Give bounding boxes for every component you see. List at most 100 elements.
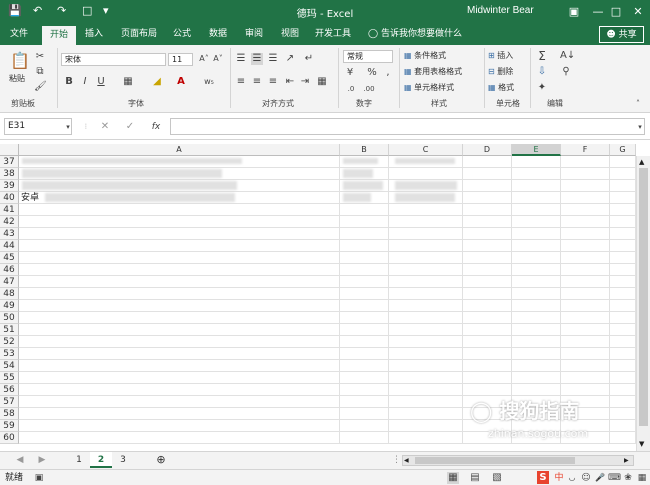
cell-c50[interactable]: [389, 312, 463, 324]
cell-a59[interactable]: [19, 420, 340, 432]
paste-button[interactable]: 粘贴: [9, 73, 25, 85]
cell-d55[interactable]: [463, 372, 512, 384]
cell-c57[interactable]: [389, 396, 463, 408]
maximize-icon[interactable]: □: [605, 3, 627, 21]
cell-c45[interactable]: [389, 252, 463, 264]
cell-g38[interactable]: [610, 168, 636, 180]
increase-indent-icon[interactable]: ⇥: [299, 76, 311, 88]
cell-c60[interactable]: [389, 432, 463, 444]
cell-c54[interactable]: [389, 360, 463, 372]
cell-e49[interactable]: [512, 300, 561, 312]
cell-d53[interactable]: [463, 348, 512, 360]
cancel-icon[interactable]: ✕: [99, 121, 111, 133]
cell-g55[interactable]: [610, 372, 636, 384]
comma-style-button[interactable]: ,: [382, 67, 394, 79]
row-header[interactable]: 41: [0, 204, 19, 216]
cell-e38[interactable]: [512, 168, 561, 180]
cell-f52[interactable]: [561, 336, 610, 348]
cell-d41[interactable]: [463, 204, 512, 216]
user-name[interactable]: Midwinter Bear: [467, 5, 534, 16]
cell-f49[interactable]: [561, 300, 610, 312]
ime-tools-icon[interactable]: ▦: [636, 472, 648, 484]
ime-mode-text[interactable]: 中: [553, 472, 565, 484]
cell-g43[interactable]: [610, 228, 636, 240]
cell-f45[interactable]: [561, 252, 610, 264]
tab-file[interactable]: 文件: [5, 24, 33, 45]
align-left-icon[interactable]: ≡: [235, 76, 247, 88]
share-button[interactable]: ☻ 共享: [599, 26, 644, 43]
cell-f53[interactable]: [561, 348, 610, 360]
cell-c44[interactable]: [389, 240, 463, 252]
cell-g48[interactable]: [610, 288, 636, 300]
row-header[interactable]: 40: [0, 192, 19, 204]
italic-button[interactable]: I: [79, 76, 91, 88]
cell-b50[interactable]: [340, 312, 389, 324]
cell-d48[interactable]: [463, 288, 512, 300]
decrease-font-icon[interactable]: A˅: [212, 53, 224, 65]
increase-decimal-icon[interactable]: .0: [345, 83, 357, 95]
bold-button[interactable]: B: [63, 76, 75, 88]
cell-a56[interactable]: [19, 384, 340, 396]
add-sheet-icon[interactable]: ⊕: [152, 452, 170, 468]
copy-icon[interactable]: ⧉: [34, 66, 46, 78]
cell-b54[interactable]: [340, 360, 389, 372]
cell-d50[interactable]: [463, 312, 512, 324]
name-box-dropdown-icon[interactable]: ▾: [62, 121, 74, 133]
cell-d39[interactable]: [463, 180, 512, 192]
sheet-tab-2[interactable]: 2: [90, 452, 112, 468]
scroll-right-icon[interactable]: ▶: [624, 456, 629, 465]
cell-e43[interactable]: [512, 228, 561, 240]
underline-button[interactable]: U: [95, 76, 107, 88]
cell-a47[interactable]: [19, 276, 340, 288]
cell-b49[interactable]: [340, 300, 389, 312]
sheet-tab-3[interactable]: 3: [113, 452, 133, 468]
cell-d54[interactable]: [463, 360, 512, 372]
column-header-b[interactable]: B: [340, 144, 389, 156]
sogou-ime-icon[interactable]: S: [537, 471, 549, 484]
cell-g40[interactable]: [610, 192, 636, 204]
tab-data[interactable]: 数据: [204, 24, 232, 45]
cell-b56[interactable]: [340, 384, 389, 396]
row-header[interactable]: 53: [0, 348, 19, 360]
cell-g60[interactable]: [610, 432, 636, 444]
align-top-icon[interactable]: ☰: [235, 53, 247, 65]
cell-g53[interactable]: [610, 348, 636, 360]
cell-g42[interactable]: [610, 216, 636, 228]
column-header-g[interactable]: G: [610, 144, 636, 156]
cell-b55[interactable]: [340, 372, 389, 384]
cell-e52[interactable]: [512, 336, 561, 348]
ime-punctuation-icon[interactable]: ◡: [566, 472, 578, 484]
cell-b46[interactable]: [340, 264, 389, 276]
tab-page-layout[interactable]: 页面布局: [116, 24, 162, 45]
column-header-d[interactable]: D: [463, 144, 512, 156]
row-header[interactable]: 39: [0, 180, 19, 192]
font-size-select[interactable]: 11: [168, 53, 193, 66]
row-header[interactable]: 45: [0, 252, 19, 264]
cell-c49[interactable]: [389, 300, 463, 312]
tell-me-search[interactable]: ◯ 告诉我你想要做什么: [368, 24, 462, 45]
cell-f42[interactable]: [561, 216, 610, 228]
ime-voice-icon[interactable]: 🎤: [594, 472, 606, 484]
scroll-up-icon[interactable]: ▲: [639, 158, 644, 166]
cell-f37[interactable]: [561, 156, 610, 168]
insert-cells-button[interactable]: ⊞ 插入: [488, 50, 513, 62]
row-header[interactable]: 59: [0, 420, 19, 432]
conditional-formatting-button[interactable]: ▦ 条件格式: [404, 50, 446, 62]
formula-bar-splitter-icon[interactable]: ⋮: [80, 121, 92, 133]
vertical-scrollbar[interactable]: ▲ ▼: [636, 156, 650, 451]
cell-c53[interactable]: [389, 348, 463, 360]
macro-record-icon[interactable]: ▣: [33, 472, 45, 484]
collapse-ribbon-icon[interactable]: ˄: [632, 98, 644, 110]
ime-skin-icon[interactable]: ❀: [622, 472, 634, 484]
cell-g57[interactable]: [610, 396, 636, 408]
find-select-icon[interactable]: ⚲: [560, 66, 572, 78]
column-header-f[interactable]: F: [561, 144, 610, 156]
row-header[interactable]: 44: [0, 240, 19, 252]
cell-g54[interactable]: [610, 360, 636, 372]
cell-d38[interactable]: [463, 168, 512, 180]
cell-g56[interactable]: [610, 384, 636, 396]
paste-icon[interactable]: 📋: [10, 51, 30, 71]
cell-a51[interactable]: [19, 324, 340, 336]
cell-e46[interactable]: [512, 264, 561, 276]
cell-g51[interactable]: [610, 324, 636, 336]
